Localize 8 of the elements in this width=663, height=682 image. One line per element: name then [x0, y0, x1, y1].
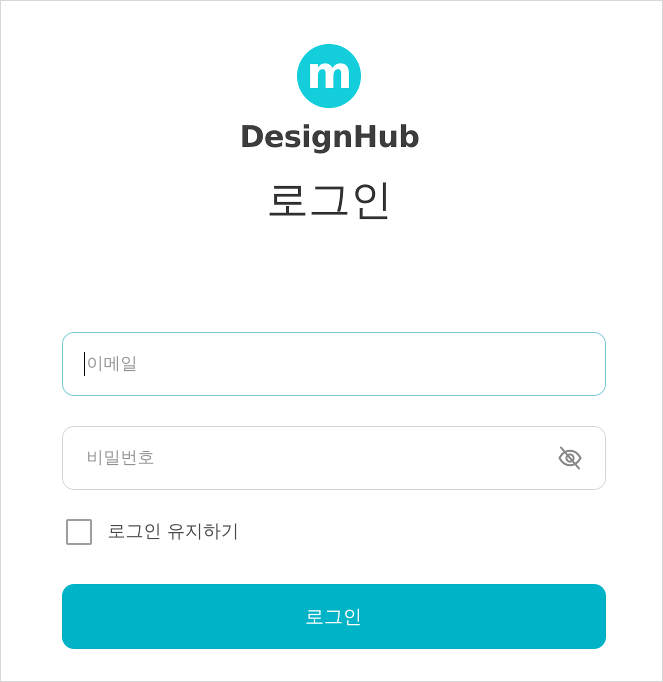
password-field[interactable]: 비밀번호	[62, 426, 606, 490]
page-title: 로그인	[266, 176, 392, 224]
crossed-eye-icon[interactable]	[558, 446, 582, 470]
brand-name: DesignHub	[240, 119, 420, 157]
email-field[interactable]: 이메일	[62, 332, 606, 396]
checkbox-label[interactable]: 로그인 유지하기	[108, 519, 240, 545]
logo-mark: m	[297, 44, 362, 108]
checkbox[interactable]	[66, 519, 92, 545]
